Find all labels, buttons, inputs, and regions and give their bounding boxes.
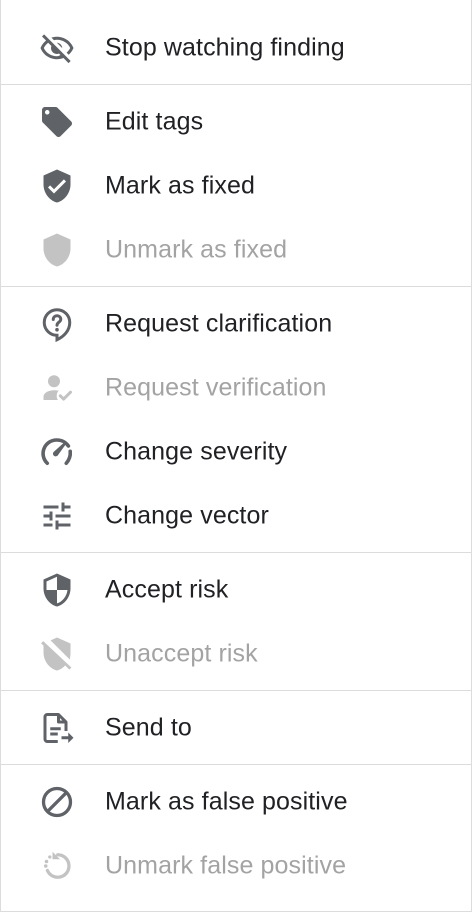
- menu-item-label: Edit tags: [105, 107, 204, 136]
- menu-item-label: Mark as fixed: [105, 171, 255, 200]
- shield-icon: [38, 231, 76, 269]
- menu-item-unmark-false-positive[interactable]: Unmark false positive: [1, 836, 472, 896]
- speedometer-icon: [38, 433, 76, 471]
- menu-item-label: Unmark as fixed: [105, 235, 288, 264]
- eye-off-icon: [38, 29, 76, 67]
- menu-item-stop-watching[interactable]: Stop watching finding: [1, 18, 472, 78]
- tag-icon: [38, 103, 76, 141]
- menu-item-mark-fixed[interactable]: Mark as fixed: [1, 156, 472, 216]
- tune-icon: [38, 497, 76, 535]
- shield-check-icon: [38, 167, 76, 205]
- menu-item-send-to[interactable]: Send to: [1, 698, 472, 758]
- block-icon: [38, 783, 76, 821]
- menu-item-request-clarification[interactable]: Request clarification: [1, 294, 472, 354]
- menu-divider: [1, 690, 472, 691]
- menu-divider: [1, 764, 472, 765]
- menu-item-accept-risk[interactable]: Accept risk: [1, 560, 472, 620]
- shield-off-icon: [38, 635, 76, 673]
- menu-item-label: Stop watching finding: [105, 33, 345, 62]
- menu-item-mark-false-positive[interactable]: Mark as false positive: [1, 772, 472, 832]
- menu-item-edit-tags[interactable]: Edit tags: [1, 92, 472, 152]
- menu-item-label: Change severity: [105, 437, 288, 466]
- menu-item-label: Unmark false positive: [105, 851, 347, 880]
- menu-item-label: Request verification: [105, 373, 327, 402]
- menu-item-label: Send to: [105, 713, 192, 742]
- menu-divider: [1, 286, 472, 287]
- menu-item-unaccept-risk[interactable]: Unaccept risk: [1, 624, 472, 684]
- menu-item-unmark-fixed[interactable]: Unmark as fixed: [1, 220, 472, 280]
- menu-item-change-vector[interactable]: Change vector: [1, 486, 472, 546]
- menu-divider: [1, 552, 472, 553]
- shield-half-icon: [38, 571, 76, 609]
- menu-item-label: Mark as false positive: [105, 787, 348, 816]
- document-send-icon: [38, 709, 76, 747]
- question-bubble-icon: [38, 305, 76, 343]
- context-menu: Stop watching finding Edit tags Mark as …: [0, 0, 472, 912]
- restore-dotted-icon: [38, 847, 76, 885]
- user-check-icon: [38, 369, 76, 407]
- menu-item-label: Change vector: [105, 501, 269, 530]
- menu-item-label: Unaccept risk: [105, 639, 258, 668]
- menu-item-label: Request clarification: [105, 309, 333, 338]
- menu-item-change-severity[interactable]: Change severity: [1, 422, 472, 482]
- menu-divider: [1, 84, 472, 85]
- menu-item-request-verification[interactable]: Request verification: [1, 358, 472, 418]
- menu-item-label: Accept risk: [105, 575, 229, 604]
